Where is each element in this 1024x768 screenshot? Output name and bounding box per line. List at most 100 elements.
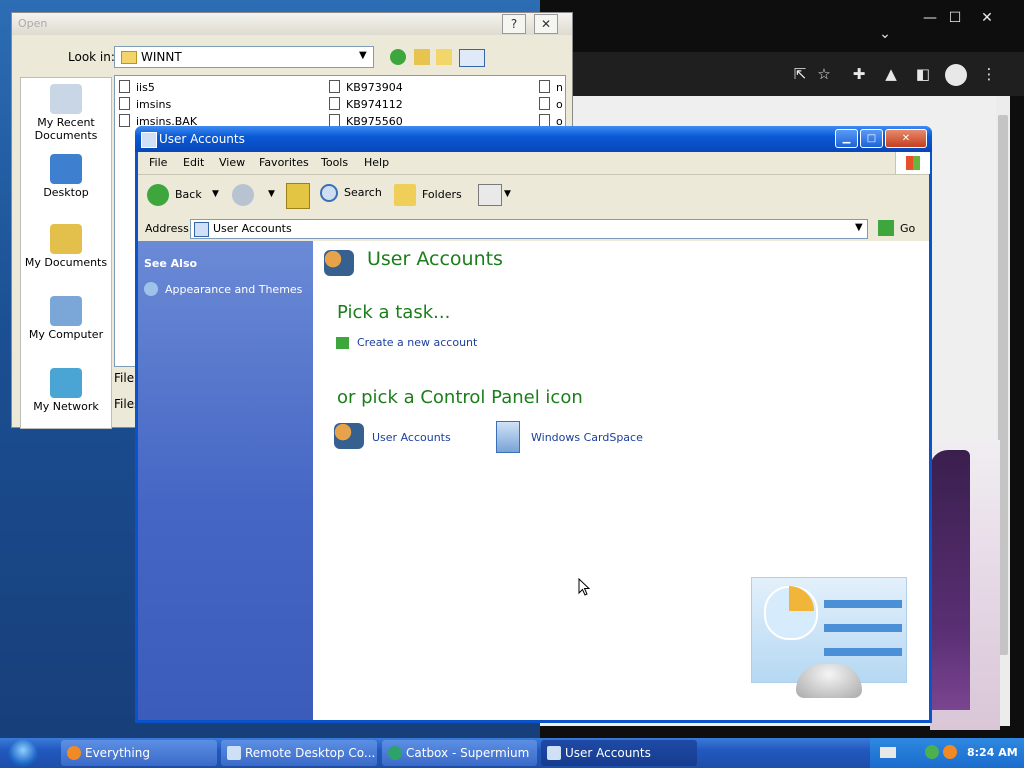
start-button[interactable]	[8, 739, 38, 767]
menu-view[interactable]: View	[219, 156, 245, 169]
views-icon[interactable]	[478, 184, 502, 206]
place-my-network[interactable]: My Network	[21, 368, 111, 413]
open-dialog-close-button[interactable]: ✕	[534, 14, 558, 34]
bar-graphic	[824, 600, 902, 608]
forward-button[interactable]	[232, 184, 260, 206]
labs-flask-icon[interactable]: ▲	[878, 61, 904, 87]
look-in-dropdown[interactable]: WINNT ▼	[114, 46, 374, 68]
file-icon	[119, 80, 130, 93]
share-icon[interactable]: ⇱	[787, 61, 813, 87]
minimize-button[interactable]: ▁	[835, 129, 858, 148]
browser-close-button[interactable]: ✕	[972, 10, 1002, 26]
address-label: Address	[145, 222, 189, 235]
taskbar-button-label: Everything	[85, 746, 150, 760]
see-also-heading: See Also	[144, 257, 198, 270]
search-button[interactable]: Search	[320, 184, 382, 202]
bar-graphic	[824, 624, 902, 632]
menu-help[interactable]: Help	[364, 156, 389, 169]
supermium-browser-icon	[388, 746, 402, 760]
everything-tray-icon[interactable]	[943, 745, 957, 759]
pick-task-heading: Pick a task...	[337, 302, 451, 323]
page-title: User Accounts	[367, 248, 503, 270]
address-dropdown-arrow-icon[interactable]: ▼	[855, 222, 863, 233]
tab-list-chevron-icon[interactable]: ⌄	[870, 26, 900, 42]
list-item[interactable]: imsins	[119, 97, 171, 111]
menu-favorites[interactable]: Favorites	[259, 156, 309, 169]
user-accounts-icon	[334, 423, 364, 449]
list-item[interactable]: KB974112	[329, 97, 403, 111]
list-item[interactable]: KB973904	[329, 80, 403, 94]
my-computer-icon	[50, 296, 82, 326]
task-arrow-icon	[336, 337, 349, 349]
menu-tools[interactable]: Tools	[321, 156, 348, 169]
user-accounts-titlebar[interactable]: User Accounts ▁ □ ✕	[135, 126, 932, 152]
address-value: User Accounts	[213, 222, 292, 235]
profile-avatar-icon[interactable]	[945, 64, 967, 86]
views-dropdown[interactable]: ▼	[504, 189, 511, 199]
back-button[interactable]: Back	[147, 184, 202, 206]
menu-edit[interactable]: Edit	[183, 156, 204, 169]
taskbar-button-remote-desktop[interactable]: Remote Desktop Co...	[221, 740, 377, 766]
task-link: Create a new account	[357, 336, 478, 349]
user-accounts-small-icon	[194, 222, 209, 237]
back-history-dropdown[interactable]: ▼	[212, 189, 219, 199]
help-button[interactable]: ?	[502, 14, 526, 34]
address-input[interactable]: User Accounts ▼	[190, 219, 868, 239]
taskbar-button-catbox-supermium[interactable]: Catbox - Supermium	[382, 740, 537, 766]
taskbar-button-everything[interactable]: Everything	[61, 740, 217, 766]
menu-file[interactable]: File	[149, 156, 167, 169]
windows-flag-icon	[906, 156, 920, 170]
file-icon	[119, 97, 130, 110]
taskbar-button-label: Catbox - Supermium	[406, 746, 530, 760]
places-bar: My Recent Documents Desktop My Documents…	[20, 77, 112, 429]
back-arrow-icon	[147, 184, 169, 206]
place-my-computer[interactable]: My Computer	[21, 296, 111, 341]
search-label: Search	[344, 186, 382, 199]
list-item[interactable]: n	[539, 80, 563, 94]
address-bar: Address User Accounts ▼ Go	[138, 217, 929, 242]
place-my-documents[interactable]: My Documents	[21, 224, 111, 269]
file-name-label: File	[114, 371, 135, 385]
folders-button[interactable]: Folders	[394, 184, 462, 206]
mouse-cursor-icon	[578, 578, 591, 596]
taskbar-button-label: Remote Desktop Co...	[245, 746, 376, 760]
my-network-icon	[50, 368, 82, 398]
go-button[interactable]: Go	[876, 219, 926, 238]
bar-graphic	[824, 648, 902, 656]
bookmark-star-icon[interactable]: ☆	[811, 61, 837, 87]
file-icon	[539, 97, 550, 110]
view-menu-icon[interactable]	[459, 49, 485, 67]
search-icon	[320, 184, 338, 202]
appearance-themes-icon	[144, 282, 158, 296]
list-item[interactable]: o	[539, 97, 563, 111]
list-item[interactable]: iis5	[119, 80, 155, 94]
open-dialog-titlebar: Open ? ✕	[12, 13, 572, 35]
look-in-label: Look in:	[68, 50, 115, 64]
menu-kebab-icon[interactable]: ⋮	[976, 61, 1002, 87]
place-desktop[interactable]: Desktop	[21, 154, 111, 199]
recent-documents-icon	[50, 84, 82, 114]
up-folder-icon[interactable]	[286, 183, 310, 209]
network-status-icon[interactable]	[925, 745, 939, 759]
forward-history-dropdown[interactable]: ▼	[268, 189, 275, 199]
mouse-graphic	[796, 664, 862, 698]
place-label: Desktop	[43, 186, 89, 199]
clock[interactable]: 8:24 AM	[967, 746, 1018, 759]
place-recent-documents[interactable]: My Recent Documents	[21, 84, 111, 142]
main-content: User Accounts Pick a task... Create a ne…	[313, 241, 929, 720]
user-accounts-taskbar-icon	[547, 746, 561, 760]
standard-buttons-toolbar: Back ▼ ▼ Search Folders ▼	[138, 175, 929, 218]
folders-icon	[394, 184, 416, 206]
maximize-button[interactable]: □	[860, 129, 883, 148]
new-folder-icon[interactable]	[436, 49, 452, 65]
up-folder-icon[interactable]	[414, 49, 430, 65]
control-panel-label: User Accounts	[372, 431, 451, 444]
side-panel-icon[interactable]: ◧	[910, 61, 936, 87]
browser-maximize-button[interactable]: ☐	[940, 10, 970, 26]
back-arrow-icon[interactable]	[390, 49, 406, 65]
extensions-puzzle-icon[interactable]: ✚	[846, 61, 872, 87]
taskbar-button-label: User Accounts	[565, 746, 651, 760]
keyboard-icon[interactable]	[880, 747, 896, 758]
taskbar-button-user-accounts[interactable]: User Accounts	[541, 740, 697, 766]
close-button[interactable]: ✕	[885, 129, 927, 148]
